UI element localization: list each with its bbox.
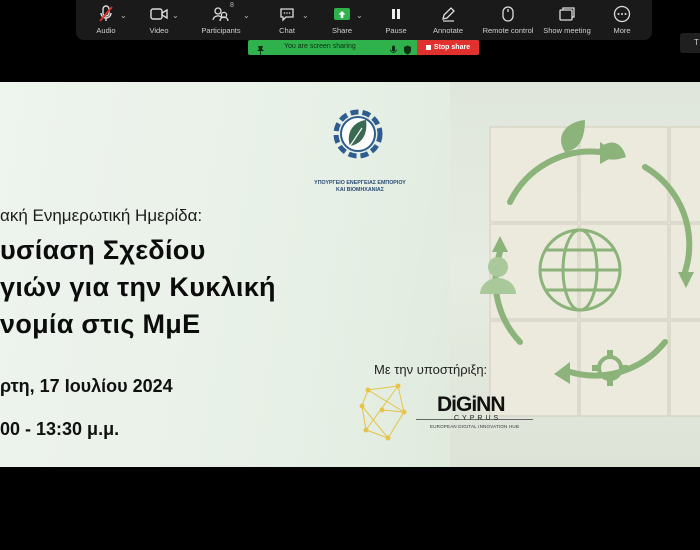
windows-icon <box>559 4 575 24</box>
support-label: Με την υποστήριξη: <box>374 362 488 377</box>
remote-control-button[interactable]: Remote control <box>480 4 536 40</box>
diginn-logo: DiGiNN <box>437 393 505 416</box>
shield-icon <box>403 42 412 60</box>
video-button[interactable]: Video <box>144 4 174 40</box>
chat-button[interactable]: Chat <box>275 4 299 40</box>
diginn-tagline: EUROPEAN DIGITAL INNOVATION HUB <box>430 424 520 429</box>
more-button[interactable]: More <box>610 4 634 40</box>
video-options-chevron-icon[interactable]: ⌄ <box>172 11 179 20</box>
microphone-icon <box>390 42 397 60</box>
pin-icon[interactable] <box>256 42 265 60</box>
stop-share-label: Stop share <box>433 44 471 51</box>
screen-sharing-banner: You are screen sharing Stop share <box>248 40 479 55</box>
annotate-label: Annotate <box>432 26 464 35</box>
participants-options-chevron-icon[interactable]: ⌄ <box>243 11 250 20</box>
share-label: Share <box>331 26 352 35</box>
stop-square-icon <box>425 45 431 50</box>
event-subtitle: ακή Ενημερωτική Ημερίδα: <box>0 206 203 225</box>
sharing-status-text: You are screen sharing <box>284 43 356 50</box>
share-screen-icon <box>333 4 351 24</box>
mouse-icon <box>502 4 514 24</box>
pause-button[interactable]: Pause <box>384 4 408 40</box>
event-title-line-3: νομία στις ΜμΕ <box>0 309 201 339</box>
event-title-line-2: γιών για την Κυκλική <box>0 272 276 302</box>
pause-label: Pause <box>385 26 407 35</box>
audio-options-chevron-icon[interactable]: ⌄ <box>120 11 127 20</box>
show-meeting-button[interactable]: Show meeting <box>542 4 592 40</box>
participants-label: Participants <box>201 26 241 35</box>
audio-button[interactable]: Audio <box>93 4 119 40</box>
video-camera-icon <box>150 4 168 24</box>
show-meeting-label: Show meeting <box>543 26 591 35</box>
pen-icon <box>440 4 456 24</box>
side-panel-tab[interactable]: T <box>680 33 700 53</box>
chat-options-chevron-icon[interactable]: ⌄ <box>302 11 309 20</box>
ministry-logo-icon <box>326 102 390 169</box>
event-time: 00 - 13:30 μ.μ. <box>0 419 120 439</box>
chat-label: Chat <box>279 26 295 35</box>
pause-icon <box>389 4 403 24</box>
event-date: ρτη, 17 Ιουλίου 2024 <box>0 376 173 396</box>
share-button[interactable]: Share <box>328 4 356 40</box>
more-label: More <box>613 26 631 35</box>
participants-count: 8 <box>230 2 234 9</box>
diginn-country: CYPRUS <box>454 415 502 422</box>
microphone-muted-icon <box>98 4 114 24</box>
stop-share-button[interactable]: Stop share <box>417 40 479 55</box>
participants-button[interactable]: Participants <box>198 4 244 40</box>
shared-slide: ΥΠΟΥΡΓΕΙΟ ΕΝΕΡΓΕΙΑΣ ΕΜΠΟΡΙΟΥ ΚΑΙ ΒΙΟΜΗΧΑ… <box>0 82 700 467</box>
share-options-chevron-icon[interactable]: ⌄ <box>356 11 363 20</box>
participants-icon <box>212 4 230 24</box>
audio-label: Audio <box>96 26 116 35</box>
video-label: Video <box>149 26 169 35</box>
event-title-line-1: υσίαση Σχεδίου <box>0 235 206 265</box>
remote-control-label: Remote control <box>482 26 534 35</box>
ministry-name: ΥΠΟΥΡΓΕΙΟ ΕΝΕΡΓΕΙΑΣ ΕΜΠΟΡΙΟΥ ΚΑΙ ΒΙΟΜΗΧΑ… <box>314 180 406 193</box>
more-dots-icon <box>613 4 631 24</box>
chat-bubble-icon <box>279 4 295 24</box>
annotate-button[interactable]: Annotate <box>430 4 466 40</box>
meeting-toolbar: Audio ⌄ Video ⌄ Participants 8 ⌄ Chat ⌄ … <box>76 0 652 40</box>
network-logo-icon <box>358 382 408 449</box>
